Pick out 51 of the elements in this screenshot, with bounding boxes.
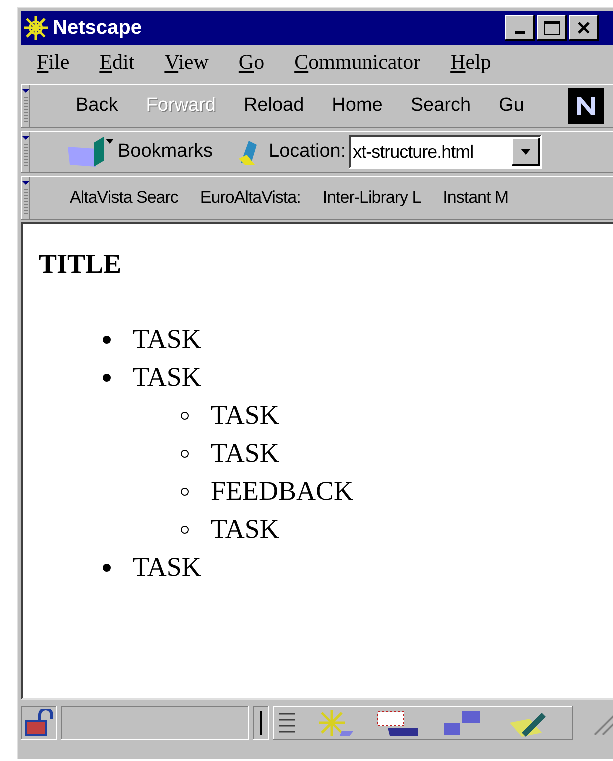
toolbar-grip[interactable] [21,85,30,127]
maximize-icon [544,20,560,34]
menu-item[interactable]: File [37,47,70,79]
bookmark-link[interactable]: EuroAltaVista: [200,185,301,211]
bookmarks-label[interactable]: Bookmarks [118,138,214,166]
bookmark-link[interactable]: Inter-Library L [322,185,422,211]
location-field[interactable]: xt-structure.html [349,135,542,169]
list-item-text: TASK [133,323,202,356]
menu-item[interactable]: Help [450,47,492,79]
list-item-text: TASK [211,399,280,432]
toolbar-button[interactable]: Gu [499,92,524,120]
toolbar-grip[interactable] [21,177,30,219]
bullet-icon [103,564,111,572]
list-item-text: FEEDBACK [211,475,354,508]
toolbar-grip[interactable] [21,132,30,172]
bullet-icon [103,336,111,344]
list-item-text: TASK [133,551,202,584]
menu-item[interactable]: Edit [100,47,135,79]
close-button[interactable] [569,15,599,41]
bookmark-link[interactable]: AltaVista Searc [70,185,178,211]
circle-bullet-icon [181,488,189,496]
minimize-button[interactable] [505,15,535,41]
netscape-logo[interactable] [568,88,604,124]
list-item-text: TASK [211,513,280,546]
letter-n-icon [574,95,598,117]
dropdown-button[interactable] [512,138,540,166]
toolbar-button[interactable]: Back [76,92,118,120]
circle-bullet-icon [181,526,189,534]
list-item-text: TASK [133,361,202,394]
bookmark-link[interactable]: Instant M [443,185,509,211]
toolbar-button[interactable]: Search [410,92,472,120]
bullet-icon [103,374,111,382]
list-item-text: TASK [211,437,280,470]
circle-bullet-icon [181,412,189,420]
menu-item[interactable]: Communicator [294,47,421,79]
minimize-icon [514,31,524,34]
ship-wheel-icon [23,15,49,41]
bookmark-folder-icon[interactable] [66,135,116,169]
caret-icon [520,148,531,154]
window-title: Netscape [53,16,142,41]
menu-item[interactable]: View [164,47,209,79]
maximize-button[interactable] [537,15,567,41]
location-label: Location: [269,140,346,164]
circle-bullet-icon [181,450,189,458]
padlock-icon[interactable] [24,709,54,737]
mail-tray-icon[interactable] [376,710,420,736]
toolbar-button[interactable]: Reload [244,92,304,120]
toolbar-button[interactable]: Home [332,92,383,120]
menu-item[interactable]: Go [238,47,265,79]
page-heading: TITLE [39,248,123,281]
close-icon [576,20,590,34]
